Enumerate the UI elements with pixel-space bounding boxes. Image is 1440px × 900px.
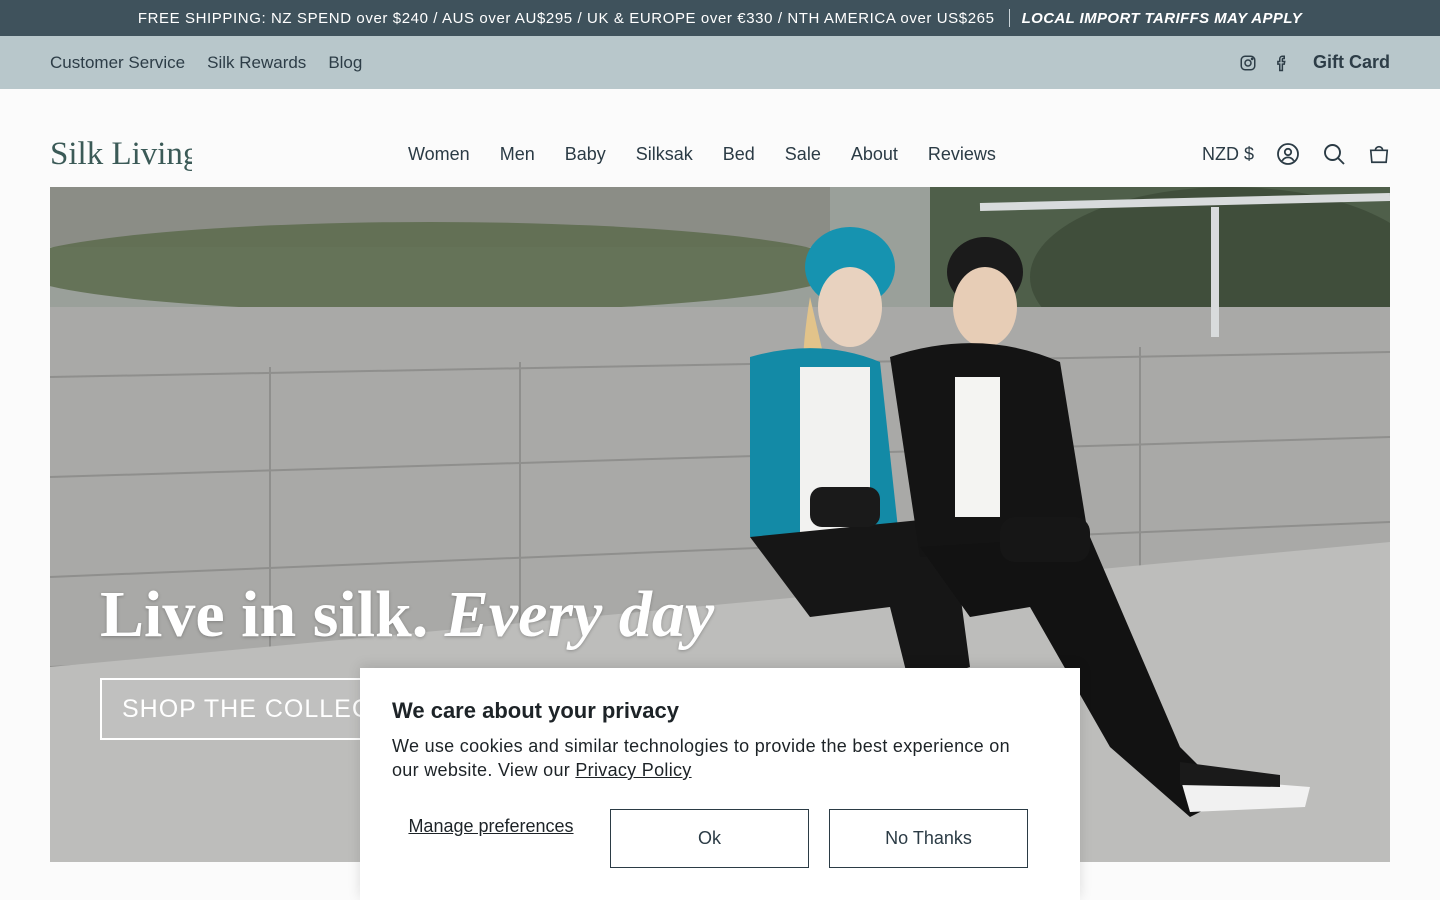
main-nav: Women Men Baby Silksak Bed Sale About Re… — [408, 144, 996, 165]
cart-icon[interactable] — [1368, 143, 1390, 165]
nav-sale[interactable]: Sale — [785, 144, 821, 165]
nav-reviews[interactable]: Reviews — [928, 144, 996, 165]
cookie-body-text: We use cookies and similar technologies … — [392, 736, 1010, 780]
customer-service-link[interactable]: Customer Service — [50, 53, 185, 73]
utility-bar: Customer Service Silk Rewards Blog Gift … — [0, 36, 1440, 89]
shipping-announcement: FREE SHIPPING: NZ SPEND over $240 / AUS … — [137, 9, 995, 27]
hero-title-regular: Live in silk. — [100, 578, 429, 651]
nav-bed[interactable]: Bed — [723, 144, 755, 165]
utility-links: Customer Service Silk Rewards Blog — [50, 53, 362, 73]
manage-preferences-link[interactable]: Manage preferences — [392, 816, 590, 837]
announcement-bar: FREE SHIPPING: NZ SPEND over $240 / AUS … — [0, 0, 1440, 36]
hero-title-italic: Every day — [444, 578, 715, 651]
cookie-title: We care about your privacy — [392, 698, 679, 723]
hero-title: Live in silk. Every day — [100, 577, 714, 653]
main-header: Silk Living Women Men Baby Silksak Bed S… — [0, 89, 1440, 187]
account-icon[interactable] — [1276, 142, 1300, 166]
announcement-divider — [1008, 9, 1010, 27]
gift-card-link[interactable]: Gift Card — [1313, 52, 1390, 73]
no-thanks-button[interactable]: No Thanks — [829, 809, 1028, 868]
nav-baby[interactable]: Baby — [565, 144, 606, 165]
nav-about[interactable]: About — [851, 144, 898, 165]
nav-men[interactable]: Men — [500, 144, 535, 165]
ok-button[interactable]: Ok — [610, 809, 809, 868]
cookie-consent-dialog: We care about your privacy We use cookie… — [360, 668, 1080, 900]
blog-link[interactable]: Blog — [328, 53, 362, 73]
nav-silksak[interactable]: Silksak — [636, 144, 693, 165]
privacy-policy-link[interactable]: Privacy Policy — [575, 760, 691, 780]
silk-living-logo[interactable]: Silk Living — [50, 133, 199, 178]
tariff-notice: LOCAL IMPORT TARIFFS MAY APPLY — [1021, 9, 1303, 27]
facebook-icon[interactable] — [1273, 53, 1291, 73]
silk-rewards-link[interactable]: Silk Rewards — [207, 53, 306, 73]
logo-text: Silk Living — [50, 136, 192, 172]
search-icon[interactable] — [1322, 142, 1346, 166]
utility-right: Gift Card — [1239, 52, 1390, 73]
cookie-body: We use cookies and similar technologies … — [392, 734, 1012, 782]
currency-selector[interactable]: NZD $ — [1202, 144, 1254, 165]
header-actions: NZD $ — [1202, 142, 1390, 166]
instagram-icon[interactable] — [1239, 54, 1257, 72]
nav-women[interactable]: Women — [408, 144, 470, 165]
